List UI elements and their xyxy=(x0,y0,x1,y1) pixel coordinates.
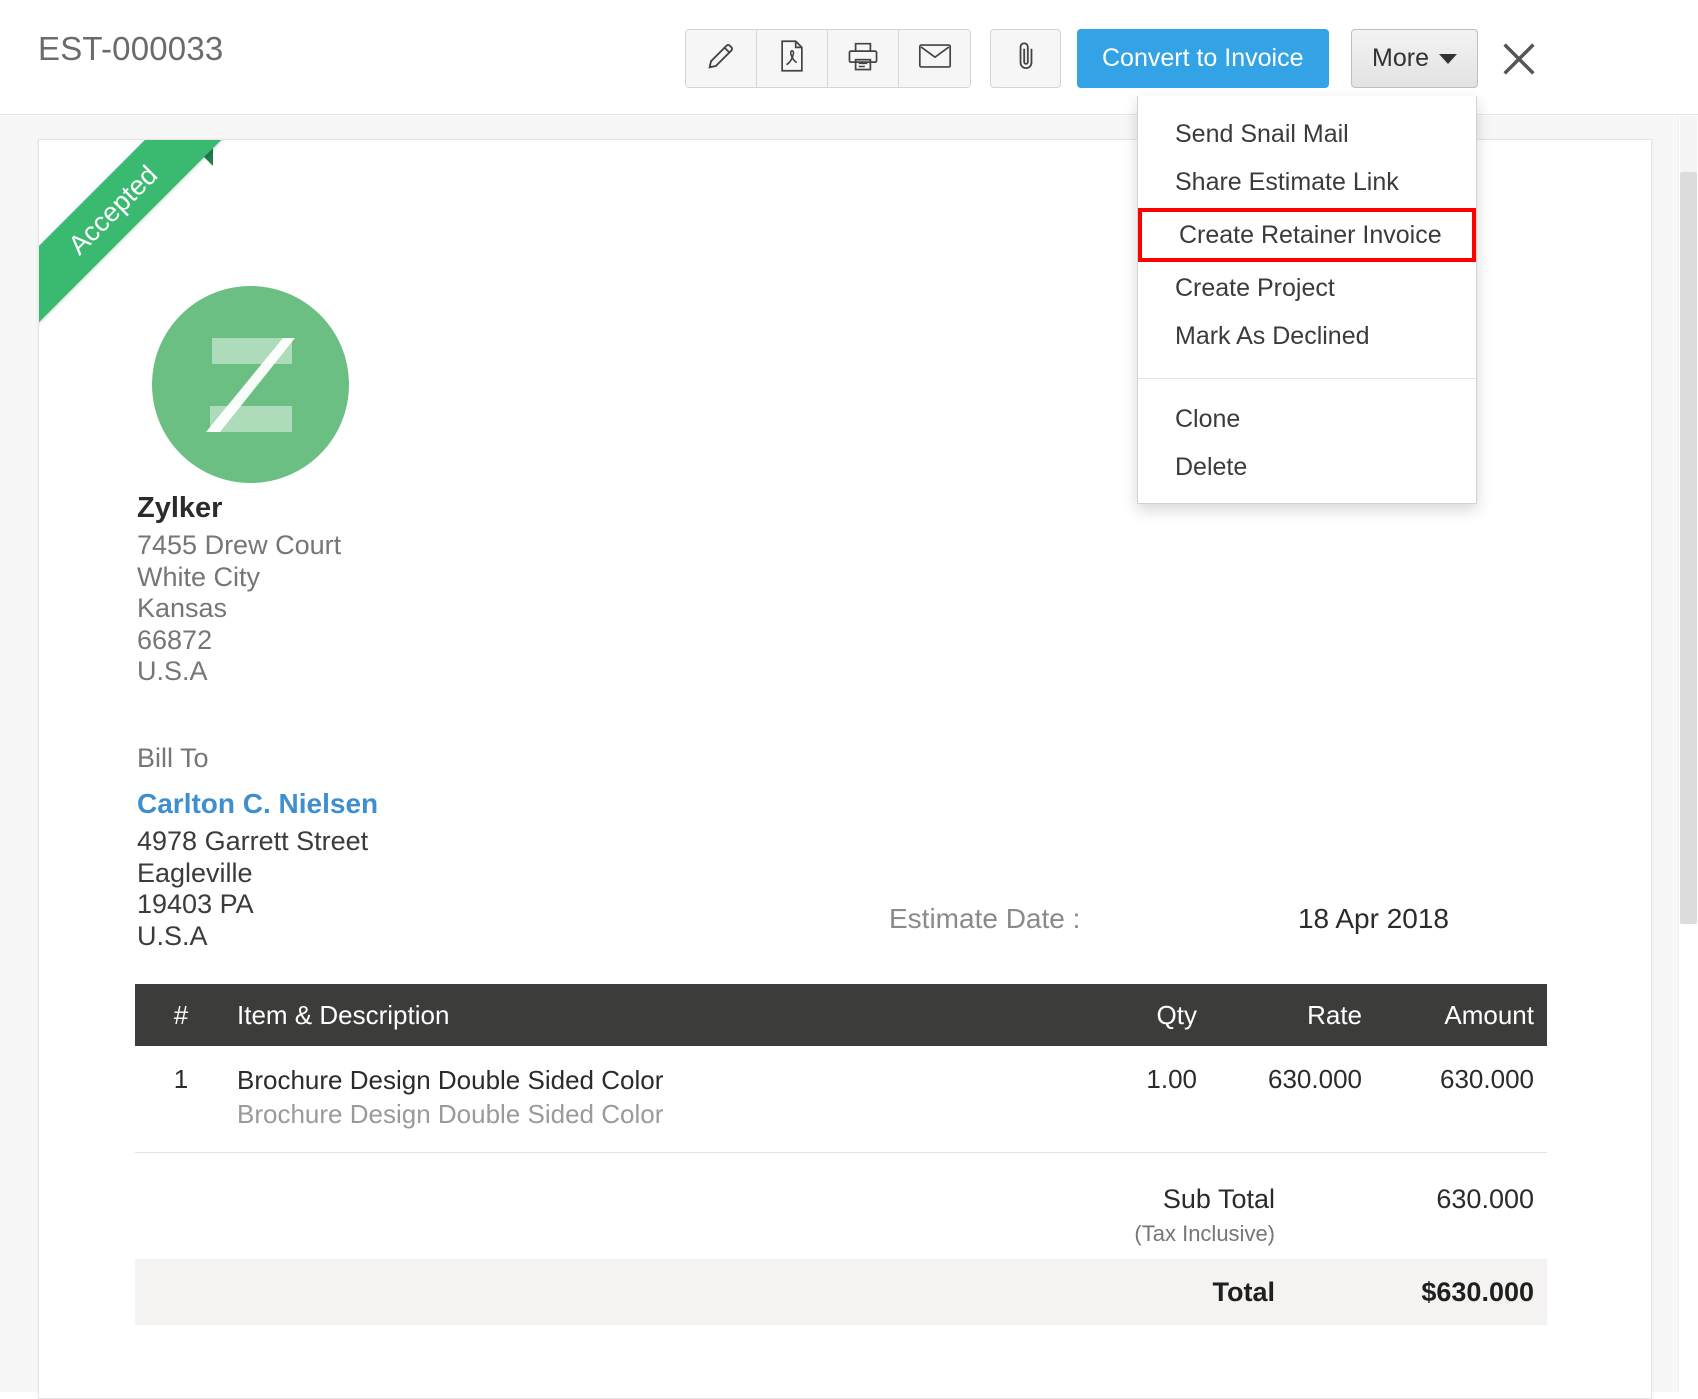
row-rate: 630.000 xyxy=(1268,1064,1362,1094)
column-header-rate: Rate xyxy=(1307,999,1362,1030)
chevron-down-icon xyxy=(1438,53,1457,64)
column-header-index: # xyxy=(173,999,189,1030)
close-button[interactable] xyxy=(1496,36,1542,82)
email-button[interactable] xyxy=(899,30,970,87)
sub-total-label: Sub Total xyxy=(1162,1184,1275,1214)
more-dropdown-menu: Send Snail Mail Share Estimate Link Crea… xyxy=(1137,96,1477,504)
menu-item-clone[interactable]: Clone xyxy=(1138,395,1476,443)
ribbon-fold-bottom xyxy=(39,304,57,322)
bill-to-label: Bill To xyxy=(137,743,209,773)
vertical-scrollbar-thumb[interactable] xyxy=(1680,172,1697,924)
org-address-line: U.S.A xyxy=(137,656,208,686)
email-icon xyxy=(918,42,952,75)
row-qty: 1.00 xyxy=(1146,1064,1197,1094)
bill-address-line: Eagleville xyxy=(137,857,253,888)
logo-letter-z-icon xyxy=(206,338,295,432)
org-address-line: White City xyxy=(137,561,261,592)
line-items-table: # Item & Description Qty Rate Amount 1 B… xyxy=(135,984,1547,1153)
edit-button[interactable] xyxy=(686,30,757,87)
org-address-line: Kansas xyxy=(137,593,228,623)
grand-total-value: $630.000 xyxy=(1421,1276,1534,1307)
sub-total-note: (Tax Inclusive) xyxy=(1134,1221,1275,1246)
column-header-item: Item & Description xyxy=(237,999,450,1030)
bill-address-line: 4978 Garrett Street xyxy=(137,826,369,856)
totals-section: Sub Total (Tax Inclusive) 630.000 Total … xyxy=(135,1170,1547,1325)
bill-address-line: 19403 PA xyxy=(137,889,254,919)
print-button[interactable] xyxy=(828,30,899,87)
estimate-date-value: 18 Apr 2018 xyxy=(1297,903,1449,934)
bill-address-line: U.S.A xyxy=(137,920,208,951)
menu-item-share-estimate-link[interactable]: Share Estimate Link xyxy=(1138,158,1476,206)
grand-total-label-cell: Total xyxy=(895,1277,1315,1308)
org-address-line: 66872 xyxy=(137,624,213,655)
row-item-cell: Brochure Design Double Sided Color Broch… xyxy=(227,1064,1047,1130)
paperclip-icon xyxy=(1013,39,1039,78)
menu-item-create-project[interactable]: Create Project xyxy=(1138,264,1476,312)
sub-total-value-cell: 630.000 xyxy=(1315,1184,1547,1215)
pdf-button[interactable] xyxy=(757,30,828,87)
edit-icon xyxy=(705,40,737,77)
convert-to-invoice-button[interactable]: Convert to Invoice xyxy=(1077,29,1329,88)
close-icon xyxy=(1496,43,1542,86)
sub-total-row: Sub Total (Tax Inclusive) 630.000 xyxy=(135,1170,1547,1259)
pdf-icon xyxy=(777,40,807,77)
bill-to-address: 4978 Garrett Street Eagleville 19403 PA … xyxy=(137,826,368,952)
grand-total-label: Total xyxy=(1212,1276,1276,1307)
more-button-label: More xyxy=(1372,44,1429,72)
more-button[interactable]: More xyxy=(1351,29,1478,88)
bill-to-customer-link[interactable]: Carlton C. Nielsen xyxy=(137,788,378,820)
table-header-row: # Item & Description Qty Rate Amount xyxy=(135,984,1547,1046)
row-item-name: Brochure Design Double Sided Color xyxy=(237,1065,664,1095)
print-icon xyxy=(847,41,879,76)
estimate-date-label: Estimate Date : xyxy=(889,903,1081,934)
row-amount: 630.000 xyxy=(1440,1064,1534,1094)
sub-total-label-cell: Sub Total (Tax Inclusive) xyxy=(895,1184,1315,1247)
column-header-amount: Amount xyxy=(1444,999,1534,1030)
document-action-icon-group xyxy=(685,29,971,88)
menu-separator xyxy=(1138,378,1476,379)
row-item-description: Brochure Design Double Sided Color xyxy=(237,1099,664,1129)
column-header-qty: Qty xyxy=(1156,999,1197,1030)
row-index: 1 xyxy=(173,1064,189,1094)
estimate-date-row: Estimate Date : 18 Apr 2018 xyxy=(889,903,1449,943)
ribbon-fold-top xyxy=(195,148,213,166)
company-logo xyxy=(152,286,349,483)
grand-total-row: Total $630.000 xyxy=(135,1259,1547,1325)
table-row: 1 Brochure Design Double Sided Color Bro… xyxy=(135,1046,1547,1153)
organization-name: Zylker xyxy=(137,492,223,524)
org-address-line: 7455 Drew Court xyxy=(137,530,342,560)
menu-item-delete[interactable]: Delete xyxy=(1138,443,1476,491)
organization-address: 7455 Drew Court White City Kansas 66872 … xyxy=(137,530,341,688)
page-title: EST-000033 xyxy=(38,30,224,67)
sub-total-value: 630.000 xyxy=(1436,1184,1534,1214)
menu-item-send-snail-mail[interactable]: Send Snail Mail xyxy=(1138,110,1476,158)
vertical-scrollbar-cap xyxy=(1680,116,1697,172)
grand-total-value-cell: $630.000 xyxy=(1315,1277,1547,1308)
menu-item-mark-as-declined[interactable]: Mark As Declined xyxy=(1138,312,1476,360)
menu-item-create-retainer-invoice[interactable]: Create Retainer Invoice xyxy=(1138,208,1476,262)
attachment-button[interactable] xyxy=(990,29,1061,88)
